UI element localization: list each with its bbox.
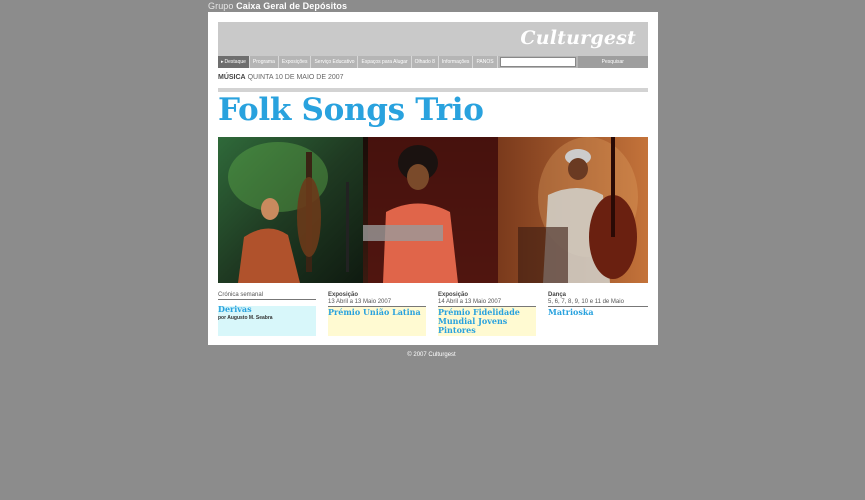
search-button[interactable]: Pesquisar <box>577 56 648 68</box>
feature-premio-fidelidade[interactable]: Exposição 14 Abril a 13 Maio 2007 Prémio… <box>438 292 536 336</box>
nav-item-panos[interactable]: PANOS <box>473 56 498 68</box>
category-date-line: MÚSICA QUINTA 10 DE MAIO DE 2007 <box>218 74 344 81</box>
copyright: © 2007 Culturgest <box>407 352 456 358</box>
nav-item-exposicoes[interactable]: Exposições <box>279 56 312 68</box>
nav-item-espacos-alugar[interactable]: Espaços para Alugar <box>358 56 412 68</box>
footer: © 2007 Culturgest <box>0 352 865 358</box>
feature-title-link[interactable]: Matrioska <box>548 308 648 317</box>
nav-item-informacoes[interactable]: Informações <box>439 56 474 68</box>
nav-item-destaque[interactable]: Destaque <box>218 56 250 68</box>
event-date: QUINTA 10 DE MAIO DE 2007 <box>247 74 344 81</box>
page-title: Folk Songs Trio <box>218 92 484 128</box>
feature-derivas[interactable]: Crónica semanal Derivas por Augusto M. S… <box>218 292 316 336</box>
banner: Culturgest <box>218 22 648 56</box>
feature-byline: por Augusto M. Seabra <box>218 315 273 321</box>
search-input[interactable] <box>499 57 576 67</box>
feature-date: 14 Abril a 13 Maio 2007 <box>438 299 536 307</box>
feature-matrioska[interactable]: Dança 5, 6, 7, 8, 9, 10 e 11 de Maio Mat… <box>548 292 648 336</box>
category-label: MÚSICA <box>218 74 246 81</box>
event-photo[interactable] <box>218 137 648 283</box>
main-nav: Destaque Programa Exposições Serviço Edu… <box>218 56 648 68</box>
feature-label: Dança <box>548 292 567 298</box>
musicians-photo <box>218 137 648 283</box>
culturgest-logo[interactable]: Culturgest <box>520 27 636 49</box>
feature-premio-uniao-latina[interactable]: Exposição 13 Abril a 13 Maio 2007 Prémio… <box>328 292 426 336</box>
feature-label: Crónica semanal <box>218 292 316 300</box>
feature-title-link[interactable]: Derivas <box>218 305 316 314</box>
feature-label: Exposição <box>438 292 469 298</box>
feature-title-link[interactable]: Prémio Fidelidade Mundial Jovens Pintore… <box>438 308 536 335</box>
nav-item-programa[interactable]: Programa <box>250 56 279 68</box>
group-header: Grupo Caixa Geral de Depósitos <box>208 1 347 11</box>
feature-date: 13 Abril a 13 Maio 2007 <box>328 299 426 307</box>
group-name[interactable]: Caixa Geral de Depósitos <box>236 1 347 11</box>
feature-label: Exposição <box>328 292 359 298</box>
page-container: Culturgest Destaque Programa Exposições … <box>208 12 658 345</box>
nav-item-servico-educativo[interactable]: Serviço Educativo <box>311 56 359 68</box>
nav-item-olhado[interactable]: Olhado 8 <box>412 56 439 68</box>
feature-date: 5, 6, 7, 8, 9, 10 e 11 de Maio <box>548 299 648 307</box>
feature-columns: Crónica semanal Derivas por Augusto M. S… <box>218 292 648 336</box>
group-prefix: Grupo <box>208 1 234 11</box>
feature-title-link[interactable]: Prémio União Latina <box>328 308 426 317</box>
